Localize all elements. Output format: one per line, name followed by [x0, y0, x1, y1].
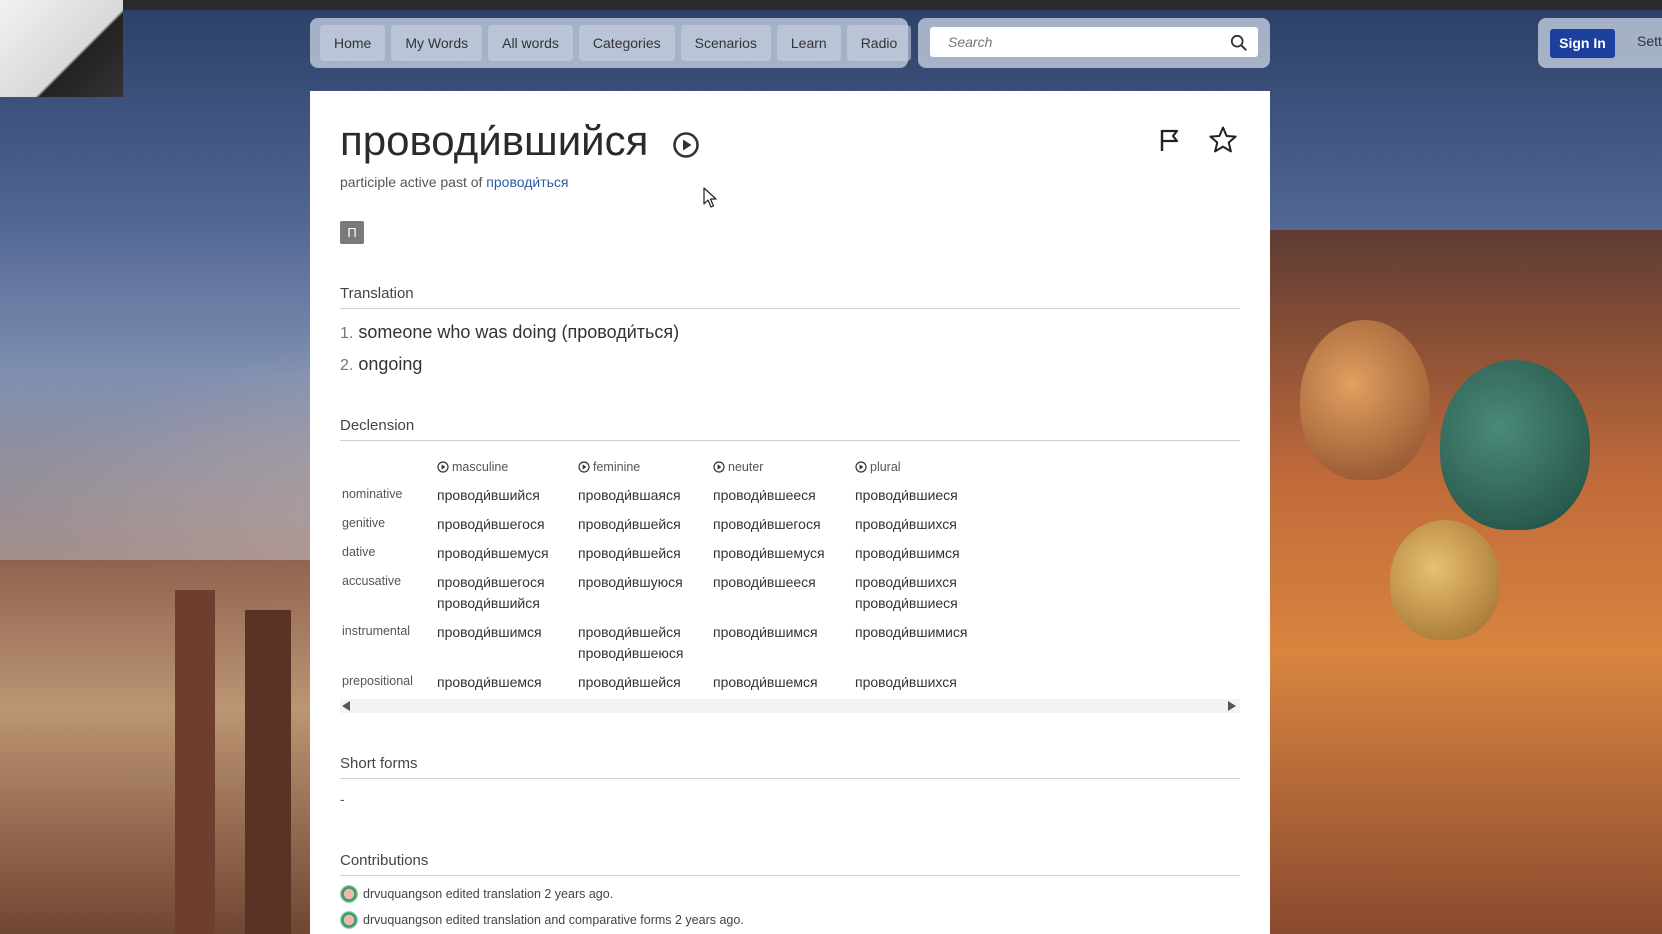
word-subtitle: participle active past of проводи́ться	[340, 174, 569, 190]
declension-cell: проводи́вшиеся	[855, 595, 958, 611]
translation-heading: Translation	[340, 285, 1240, 309]
star-icon[interactable]	[1208, 125, 1238, 155]
declension-cell: проводи́вшаяся	[578, 487, 681, 503]
declension-cell: проводи́вшегося	[437, 574, 545, 590]
case-label: instrumental	[342, 624, 411, 638]
column-label: feminine	[593, 460, 641, 474]
declension-cell: проводи́вшейся	[578, 674, 681, 690]
translation-text: ongoing	[358, 354, 423, 374]
declension-scrollbar[interactable]	[340, 699, 1240, 713]
declension-cell: проводи́вшегося	[437, 516, 545, 532]
webcam-overlay	[0, 0, 123, 97]
case-label: prepositional	[342, 674, 413, 688]
settings-link[interactable]: Sett	[1637, 33, 1662, 49]
declension-cell: проводи́вшихся	[855, 574, 957, 590]
declension-cell: проводи́вшийся	[437, 487, 540, 503]
column-label: plural	[870, 460, 901, 474]
translation-item: 2. ongoing	[340, 354, 422, 375]
declension-cell: проводи́вшихся	[855, 516, 957, 532]
declension-cell: проводи́вшихся	[855, 674, 957, 690]
declension-column-neuter: neuter	[713, 460, 763, 474]
play-audio-icon[interactable]	[855, 461, 867, 473]
nav-radio[interactable]: Radio	[846, 25, 912, 61]
avatar[interactable]	[340, 885, 358, 903]
declension-cell: проводи́вшееся	[713, 487, 816, 503]
case-label: dative	[342, 545, 376, 559]
background-dome	[1390, 520, 1500, 640]
search-icon[interactable]	[1230, 34, 1248, 52]
declension-cell: проводи́вшийся	[437, 595, 540, 611]
subtitle-prefix: participle active past of	[340, 174, 483, 190]
translation-number: 1.	[340, 325, 354, 342]
declension-cell: проводи́вшимся	[437, 624, 542, 640]
declension-cell: проводи́вшегося	[713, 516, 821, 532]
window-top-bar	[0, 0, 1662, 10]
flag-icon[interactable]	[1158, 127, 1182, 153]
scroll-left-icon[interactable]	[342, 701, 350, 711]
background-dome	[1300, 320, 1430, 480]
column-label: masculine	[452, 460, 509, 474]
short-forms-heading: Short forms	[340, 755, 1240, 779]
declension-cell: проводи́вшемуся	[713, 545, 825, 561]
declension-cell: проводи́вшуюся	[578, 574, 683, 590]
play-audio-icon[interactable]	[672, 131, 700, 159]
translation-text: someone who was doing (проводи́ться)	[358, 322, 680, 342]
play-audio-icon[interactable]	[437, 461, 449, 473]
declension-cell: проводи́вшемся	[437, 674, 542, 690]
nav-learn[interactable]: Learn	[776, 25, 841, 61]
search-bar	[918, 18, 1270, 68]
short-forms-value: -	[340, 791, 345, 807]
declension-cell: проводи́вшейся	[578, 624, 681, 640]
contribution-text: drvuquangson edited translation 2 years …	[363, 887, 614, 901]
declension-column-feminine: feminine	[578, 460, 640, 474]
nav-my-words[interactable]: My Words	[391, 25, 483, 61]
word-card: проводи́вшийся participle active past of…	[310, 91, 1270, 934]
declension-cell: проводи́вшимися	[855, 624, 968, 640]
nav-home[interactable]: Home	[320, 25, 386, 61]
column-label: neuter	[728, 460, 764, 474]
scroll-right-icon[interactable]	[1228, 701, 1236, 711]
contributions-heading: Contributions	[340, 852, 1240, 876]
declension-column-plural: plural	[855, 460, 901, 474]
declension-column-masculine: masculine	[437, 460, 508, 474]
declension-heading: Declension	[340, 417, 1240, 441]
declension-cell: проводи́вшееся	[713, 574, 816, 590]
mouse-cursor-icon	[703, 187, 717, 208]
declension-cell: проводи́вшимся	[855, 545, 960, 561]
translation-item: 1. someone who was doing (проводи́ться)	[340, 322, 679, 343]
contribution-item: drvuquangson edited translation and comp…	[340, 911, 744, 929]
avatar[interactable]	[340, 911, 358, 929]
declension-cell: проводи́вшимся	[713, 624, 818, 640]
nav-scenarios[interactable]: Scenarios	[680, 25, 771, 61]
search-input[interactable]	[930, 27, 1258, 57]
part-of-speech-badge: П	[340, 221, 364, 244]
declension-cell: проводи́вшейся	[578, 516, 681, 532]
case-label: nominative	[342, 487, 403, 501]
base-word-link[interactable]: проводи́ться	[486, 174, 568, 190]
main-nav: Home My Words All words Categories Scena…	[310, 18, 912, 68]
declension-cell: проводи́вшемуся	[437, 545, 549, 561]
background-tower	[245, 610, 291, 934]
contribution-item: drvuquangson edited translation 2 years …	[340, 885, 613, 903]
play-audio-icon[interactable]	[578, 461, 590, 473]
nav-all-words[interactable]: All words	[488, 25, 573, 61]
play-audio-icon[interactable]	[713, 461, 725, 473]
declension-cell: проводи́вшеюся	[578, 645, 684, 661]
nav-categories[interactable]: Categories	[578, 25, 675, 61]
contribution-text: drvuquangson edited translation and comp…	[363, 913, 744, 927]
case-label: accusative	[342, 574, 402, 588]
sign-in-button[interactable]: Sign In	[1550, 29, 1615, 58]
background-tower	[175, 590, 215, 934]
translation-number: 2.	[340, 357, 354, 374]
declension-cell: проводи́вшемся	[713, 674, 818, 690]
declension-cell: проводи́вшейся	[578, 545, 681, 561]
word-title: проводи́вшийся	[340, 117, 649, 164]
declension-cell: проводи́вшиеся	[855, 487, 958, 503]
case-label: genitive	[342, 516, 386, 530]
background-dome	[1440, 360, 1590, 530]
